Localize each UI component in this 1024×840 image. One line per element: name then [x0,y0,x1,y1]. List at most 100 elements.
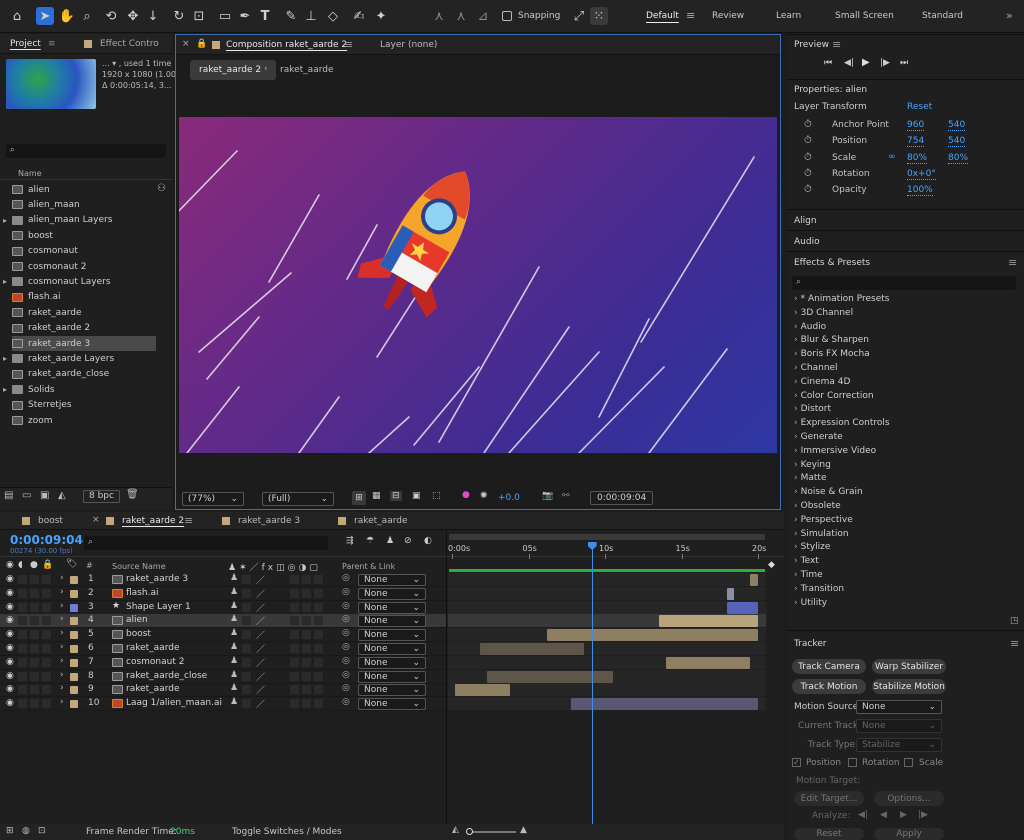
project-item[interactable]: cosmonaut [12,244,156,259]
tab-composition[interactable]: Composition raket_aarde 2 [226,40,347,50]
quality-switch-icon[interactable]: ／ [256,587,265,600]
analyze-back-icon[interactable]: ◀| [858,810,868,820]
comp-button-icon[interactable]: ◆ [768,560,775,570]
quality-switch-icon[interactable]: ／ [256,614,265,627]
effect-category[interactable]: › Obsolete [794,501,841,511]
breadcrumb-next[interactable]: raket_aarde [280,65,334,75]
parent-dropdown[interactable]: None ⌄ [358,656,426,669]
align-panel[interactable]: Align [786,209,1024,230]
new-folder-icon[interactable]: ▭ [22,490,31,501]
selection-tool-icon[interactable]: ➤ [36,7,54,25]
layer-switch-box[interactable] [30,575,39,584]
workspace-menu-icon[interactable]: ≡ [686,9,695,22]
rotation-tool-icon[interactable]: ↻ [170,7,188,25]
layer-switch-box[interactable] [42,671,51,681]
effect-category[interactable]: › Cinema 4D [794,377,850,387]
effects-menu-icon[interactable]: ≡ [1008,256,1017,269]
layer-switch-box[interactable] [290,630,299,640]
expand-panes-icon[interactable]: ⊞ [6,826,14,836]
property-value-2[interactable]: 540 [948,120,966,131]
layer-switch-box[interactable] [42,616,51,626]
zoom-tool-icon[interactable]: ⌕ [78,7,96,25]
effect-category[interactable]: › Expression Controls [794,418,890,428]
zoom-out-icon[interactable]: ◭ [452,825,459,835]
toggle-stretch-icon[interactable]: ⊡ [38,826,46,836]
constrain-proportions-icon[interactable]: ∞ [888,152,896,162]
layer-switch-box[interactable] [30,630,39,640]
property-value-1[interactable]: 80% [907,153,928,164]
expand-arrow-icon[interactable]: › [60,601,64,611]
property-value-1[interactable]: 754 [907,136,925,148]
timeline-timecode[interactable]: 0:00:09:04 [10,533,83,547]
shy-switch-icon[interactable]: ♟ [230,628,238,638]
layer-duration-bar[interactable] [727,587,734,600]
expand-arrow-icon[interactable]: › [60,587,64,597]
workspace-standard[interactable]: Standard [922,11,963,21]
layer-label-color[interactable] [70,576,78,584]
pick-whip-icon[interactable]: ◎ [342,614,350,624]
snapping-checkbox[interactable] [502,11,512,21]
effect-category[interactable]: › Generate [794,432,843,442]
puppet-pin-icon[interactable]: ✦ [372,7,390,25]
layer-switch-box[interactable] [302,602,311,612]
tracker-menu-icon[interactable]: ≡ [1010,637,1019,650]
layer-name[interactable]: raket_aarde_close [126,671,207,681]
layer-switch-box[interactable] [18,671,27,681]
orbit-camera-icon[interactable]: ⟲ [102,7,120,25]
frame-blending-icon[interactable]: ⊘ [404,536,412,546]
source-name-header[interactable]: Source Name [112,562,166,571]
effect-category[interactable]: › Blur & Sharpen [794,335,869,345]
project-item[interactable]: raket_aarde [12,305,156,320]
layer-switch-box[interactable] [18,657,27,667]
preview-menu-icon[interactable]: ≡ [832,38,841,51]
quality-switch-icon[interactable]: ／ [256,573,265,586]
layer-duration-bar[interactable] [571,698,758,711]
effect-category[interactable]: › Distort [794,404,831,414]
layer-label-color[interactable] [70,658,78,667]
eye-icon[interactable]: ◉ [6,588,14,598]
audio-panel[interactable]: Audio [786,230,1024,251]
layer-switch-box[interactable] [30,699,39,709]
pick-whip-icon[interactable]: ◎ [342,587,350,597]
quality-switch-icon[interactable]: ／ [256,697,265,710]
timeline-zoom-slider[interactable] [468,831,516,833]
layer-label-color[interactable] [70,617,78,626]
collapse-switch[interactable] [242,616,251,626]
layer-duration-bar[interactable] [455,684,511,697]
collapse-switch[interactable] [242,685,251,695]
hand-tool-icon[interactable]: ✋ [58,7,76,25]
pan-camera-icon[interactable]: ✥ [124,7,142,25]
stopwatch-icon[interactable]: ⏱ [804,152,812,163]
snapshot-icon[interactable]: 📷 [542,491,553,501]
clone-stamp-icon[interactable]: ⊥ [302,7,320,25]
bit-depth-button[interactable]: 8 bpc [83,490,120,503]
motion-blur-icon[interactable]: ◐ [424,536,432,546]
layer-switch-box[interactable] [30,588,39,598]
layer-label-color[interactable] [70,645,78,653]
shy-switch-icon[interactable]: ♟ [230,656,238,666]
layer-label-color[interactable] [70,686,78,695]
layer-switch-box[interactable] [314,699,323,709]
workspace-small-screen[interactable]: Small Screen [835,11,894,21]
pick-whip-icon[interactable]: ◎ [342,656,350,666]
local-axis-icon[interactable]: ⋏ [430,7,448,25]
reset-transform-link[interactable]: Reset [907,102,932,112]
expand-arrow-icon[interactable]: › [60,628,64,638]
timeline-zoom-thumb[interactable] [466,828,473,835]
project-item[interactable]: raket_aarde_close [12,367,156,382]
property-value-1[interactable]: 960 [907,120,925,131]
effect-category[interactable]: › Stylize [794,542,830,552]
layer-switch-box[interactable] [314,602,323,612]
parent-dropdown[interactable]: None ⌄ [358,629,426,642]
eye-icon[interactable]: ◉ [6,684,14,694]
layer-switch-box[interactable] [302,685,311,695]
eye-icon[interactable]: ◉ [6,602,14,612]
layer-row[interactable]: ◉ › 9 raket_aarde ♟ ／ ◎ None ⌄ [0,683,446,698]
layer-switch-box[interactable] [30,616,39,626]
shy-switch-icon[interactable]: ♟ [230,670,238,680]
resolution-dropdown[interactable]: (Full) ⌄ [262,491,334,506]
expand-arrow-icon[interactable]: ▸ [3,354,7,363]
collapse-switch[interactable] [242,575,251,584]
next-frame-icon[interactable]: |▶ [880,58,890,68]
analyze-backward-icon[interactable]: ◀ [880,810,887,820]
